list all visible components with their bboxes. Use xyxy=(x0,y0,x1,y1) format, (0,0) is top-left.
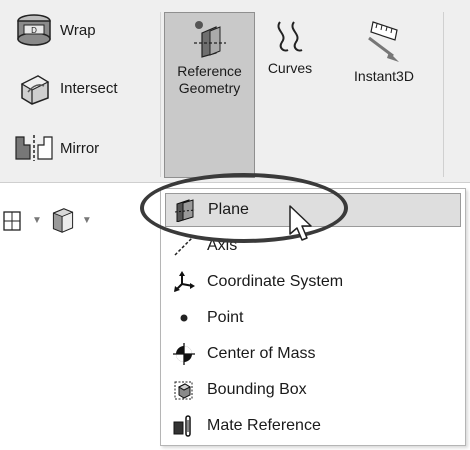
wrap-label: Wrap xyxy=(60,21,96,39)
reference-geometry-label-line1: Reference xyxy=(177,63,242,79)
menu-item-axis[interactable]: Axis xyxy=(165,229,461,263)
ribbon-divider-right xyxy=(443,12,444,177)
bounding-box-icon xyxy=(171,377,197,403)
reference-geometry-button[interactable]: Reference Geometry xyxy=(164,12,255,178)
reference-geometry-icon xyxy=(190,19,230,63)
coordinate-system-icon xyxy=(171,269,197,295)
menu-item-label: Bounding Box xyxy=(207,381,307,398)
menu-item-label: Mate Reference xyxy=(207,417,321,434)
section-view-icon[interactable] xyxy=(0,204,26,236)
menu-item-coordinate-system[interactable]: Coordinate System xyxy=(165,265,461,299)
ribbon-divider xyxy=(160,12,161,177)
reference-geometry-menu: Plane Axis Coordinate System Point Cente… xyxy=(160,188,466,446)
intersect-icon xyxy=(14,70,54,106)
wrap-button[interactable]: D Wrap xyxy=(14,12,96,48)
mirror-button[interactable]: Mirror xyxy=(14,130,99,166)
menu-item-label: Coordinate System xyxy=(207,273,344,290)
intersect-label: Intersect xyxy=(60,79,118,97)
curves-label: Curves xyxy=(267,60,313,76)
menu-item-label: Axis xyxy=(207,237,238,254)
intersect-button[interactable]: Intersect xyxy=(14,70,118,106)
axis-icon xyxy=(171,233,197,259)
menu-item-label: Point xyxy=(207,309,244,326)
curves-button[interactable]: Curves xyxy=(262,16,318,77)
svg-text:D: D xyxy=(31,26,37,35)
menu-item-center-of-mass[interactable]: Center of Mass xyxy=(165,337,461,371)
mirror-icon xyxy=(14,130,54,166)
menu-item-mate-reference[interactable]: Mate Reference xyxy=(165,409,461,443)
mirror-label: Mirror xyxy=(60,139,100,157)
chevron-down-icon[interactable]: ▼ xyxy=(82,215,92,226)
instant3d-label: Instant3D xyxy=(354,68,414,84)
point-icon xyxy=(171,305,197,331)
reference-geometry-label-line2: Geometry xyxy=(178,80,241,96)
curves-icon xyxy=(270,16,310,60)
command-ribbon: D Wrap Intersect Mirror Reference Geomet… xyxy=(0,0,470,183)
menu-item-bounding-box[interactable]: Bounding Box xyxy=(165,373,461,407)
menu-item-label: Center of Mass xyxy=(207,345,316,362)
menu-item-point[interactable]: Point xyxy=(165,301,461,335)
display-style-icon[interactable] xyxy=(50,204,76,236)
instant3d-icon xyxy=(357,16,411,68)
menu-item-plane[interactable]: Plane xyxy=(165,193,461,227)
wrap-icon: D xyxy=(14,12,54,48)
menu-item-label: Plane xyxy=(208,201,249,218)
chevron-down-icon[interactable]: ▼ xyxy=(32,215,42,226)
view-toolbar: ▼ ▼ xyxy=(0,192,170,248)
instant3d-button[interactable]: Instant3D xyxy=(335,16,433,85)
plane-icon xyxy=(172,197,198,223)
center-of-mass-icon xyxy=(171,341,197,367)
mate-reference-icon xyxy=(171,413,197,439)
